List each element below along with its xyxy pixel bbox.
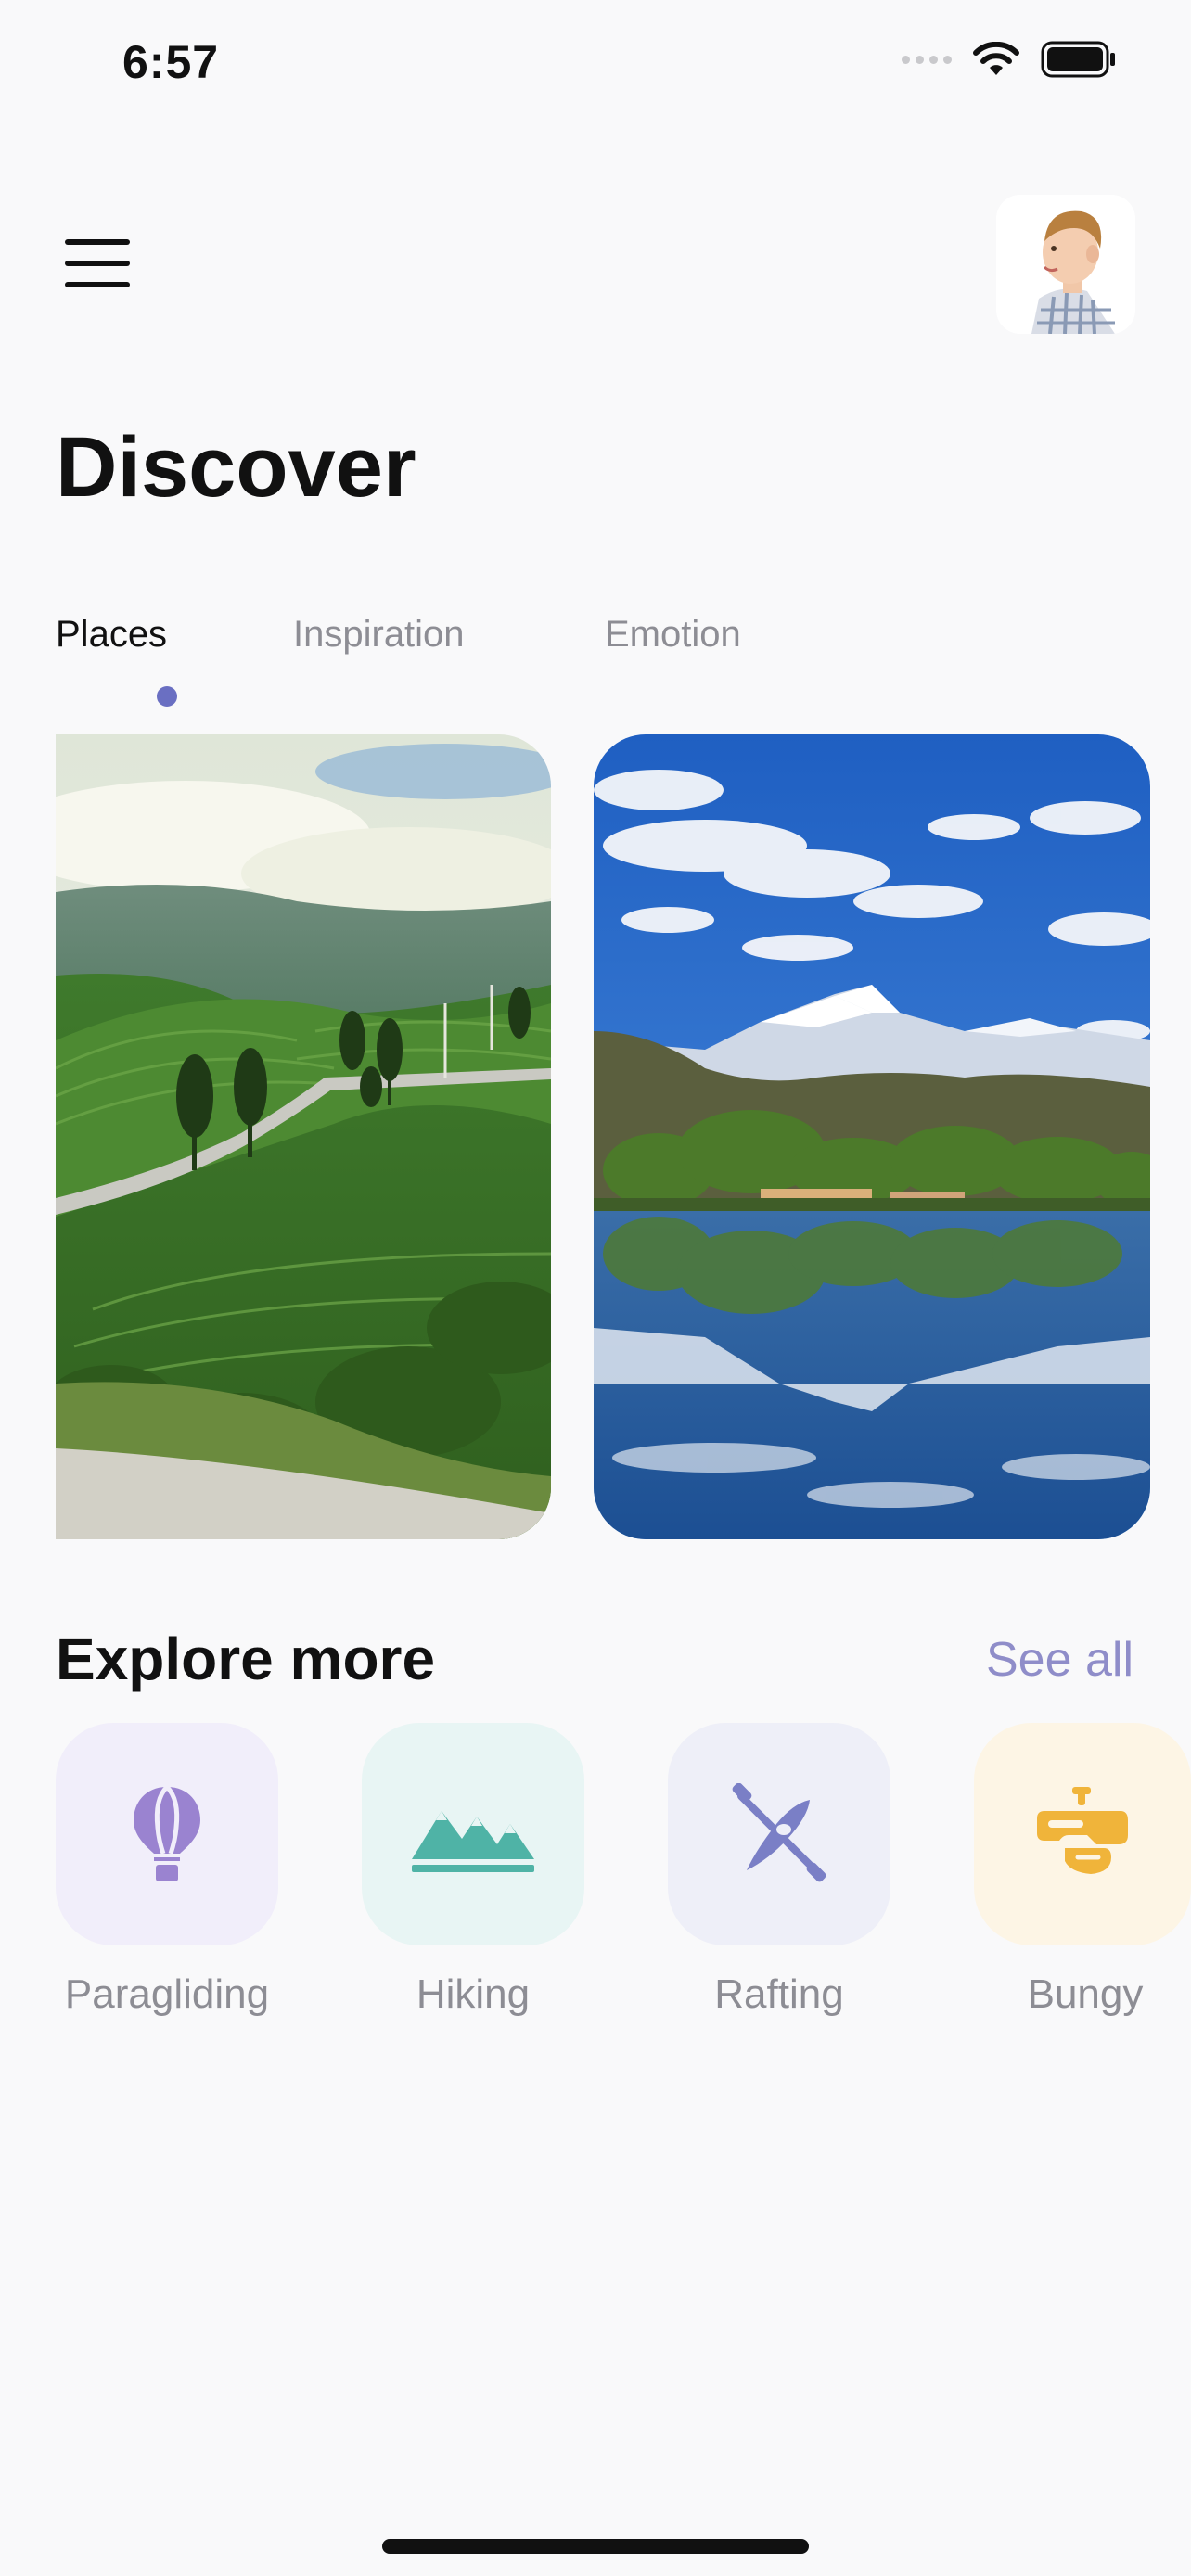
status-icons bbox=[902, 41, 1117, 78]
category-hiking[interactable]: Hiking bbox=[362, 1723, 584, 2018]
place-card-mountain-lake[interactable] bbox=[594, 734, 1150, 1539]
hamburger-menu-icon[interactable] bbox=[65, 239, 130, 287]
category-rafting[interactable]: Rafting bbox=[668, 1723, 890, 2018]
discover-screen: 6:57 Discover Places Inspiration Emotion… bbox=[0, 0, 1191, 2576]
wifi-icon bbox=[973, 42, 1019, 75]
place-card-tea-hills[interactable] bbox=[56, 734, 551, 1539]
category-icon-tile bbox=[56, 1723, 278, 1945]
category-label: Paragliding bbox=[64, 1971, 270, 2017]
tea-plantation-image bbox=[56, 734, 551, 1539]
mountain-lake-image bbox=[594, 734, 1150, 1539]
tab-emotion[interactable]: Emotion bbox=[605, 614, 741, 656]
active-tab-indicator bbox=[157, 686, 177, 707]
home-indicator[interactable] bbox=[382, 2539, 809, 2554]
avatar[interactable] bbox=[996, 195, 1135, 334]
tab-bar: Places Inspiration Emotion bbox=[56, 614, 890, 707]
category-label: Bungy bbox=[1027, 1971, 1144, 2017]
kayak-paddle-icon bbox=[732, 1783, 826, 1882]
bungy-icon bbox=[1037, 1787, 1128, 1874]
signal-dots-icon bbox=[902, 55, 952, 64]
category-icon-tile bbox=[668, 1723, 890, 1945]
mountains-icon bbox=[412, 1811, 534, 1872]
tab-places[interactable]: Places bbox=[56, 614, 167, 656]
category-icon-tile bbox=[362, 1723, 584, 1945]
category-label: Hiking bbox=[416, 1971, 531, 2017]
category-paragliding[interactable]: Paragliding bbox=[56, 1723, 278, 2018]
status-time: 6:57 bbox=[122, 36, 220, 88]
battery-icon bbox=[1041, 41, 1115, 78]
tab-inspiration[interactable]: Inspiration bbox=[293, 614, 465, 656]
explore-more-title: Explore more bbox=[56, 1626, 436, 1692]
see-all-link[interactable]: See all bbox=[986, 1632, 1133, 1688]
hot-air-balloon-icon bbox=[134, 1785, 200, 1881]
category-icon-tile bbox=[974, 1723, 1191, 1945]
category-bungy[interactable]: Bungy bbox=[974, 1723, 1191, 2018]
category-label: Rafting bbox=[714, 1971, 844, 2017]
page-title: Discover bbox=[56, 420, 416, 515]
